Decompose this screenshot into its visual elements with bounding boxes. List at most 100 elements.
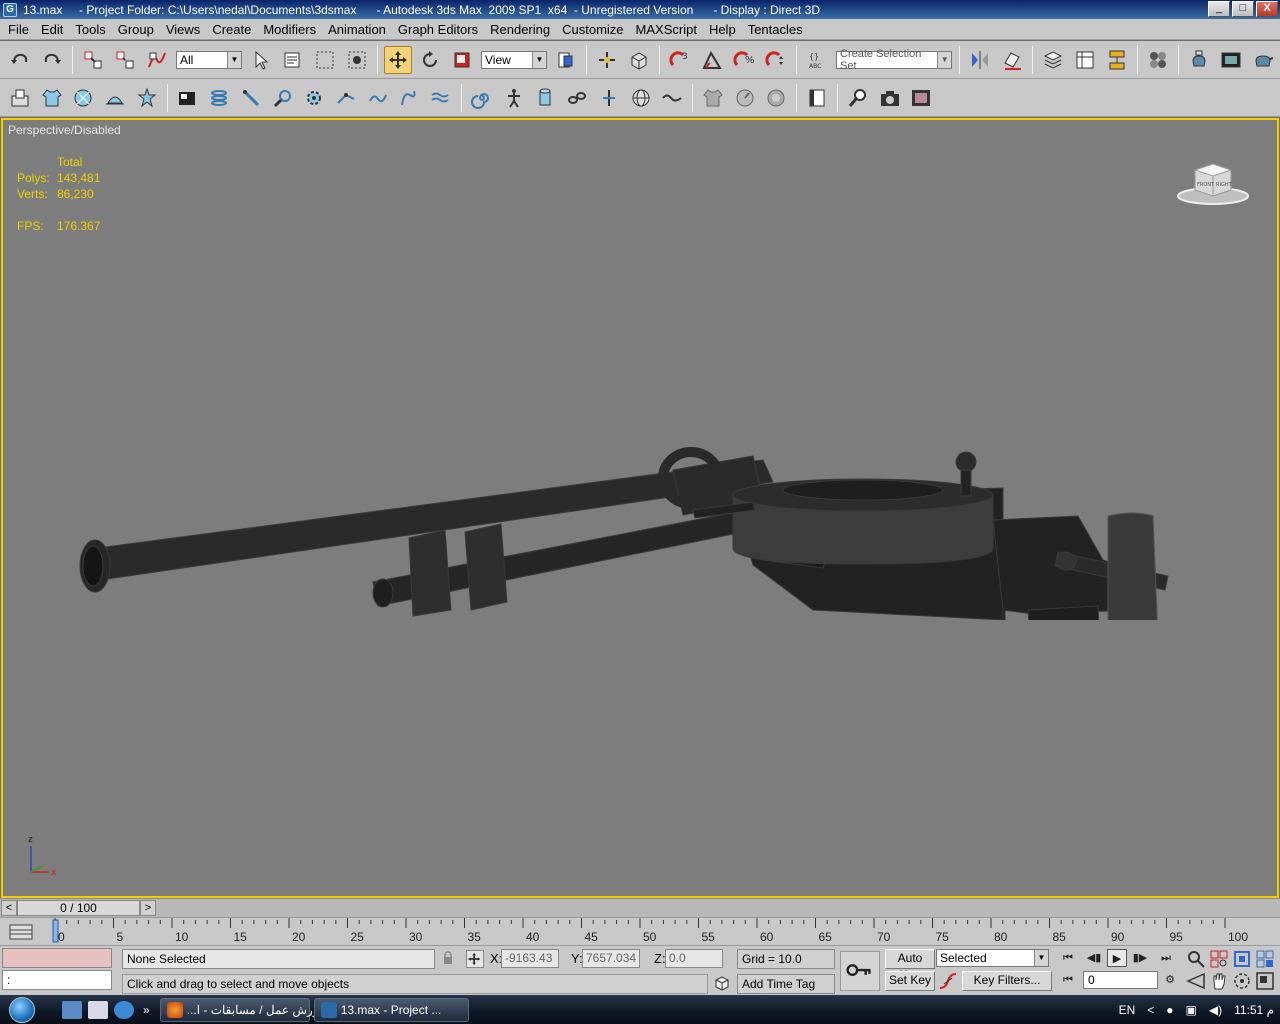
angle-snap-toggle-icon[interactable] (698, 46, 726, 74)
wave-lines-icon[interactable] (427, 84, 455, 112)
edit-named-selection-sets-icon[interactable]: {} ABC (803, 46, 831, 74)
undo-icon[interactable] (6, 46, 34, 74)
set-key-large-icon[interactable] (840, 951, 880, 991)
selection-filter-dropdown[interactable]: All ▼ (176, 50, 242, 69)
named-selection-set-dropdown[interactable]: Create Selection Set ▼ (836, 48, 952, 72)
menu-file[interactable]: File (2, 19, 35, 40)
render-setup-icon[interactable] (1185, 46, 1213, 74)
render-production-icon[interactable] (1249, 46, 1277, 74)
maxscript-mini-listener-output[interactable] (2, 948, 112, 968)
menu-group[interactable]: Group (112, 19, 160, 40)
spring-coil-icon[interactable] (205, 84, 233, 112)
maximize-button[interactable]: □ (1232, 1, 1254, 17)
open-mini-curve-editor-icon[interactable] (8, 922, 34, 942)
spiral-icon[interactable] (468, 84, 496, 112)
language-indicator[interactable]: EN (1119, 1003, 1136, 1017)
globe-icon[interactable] (627, 84, 655, 112)
select-and-scale-icon[interactable] (448, 46, 476, 74)
ball-shape-icon[interactable] (69, 84, 97, 112)
tshirt-cloth-icon[interactable] (38, 84, 66, 112)
maximize-viewport-toggle-icon[interactable] (1255, 971, 1275, 991)
next-frame-icon[interactable]: ▮▶ (1130, 949, 1150, 967)
clock[interactable]: 11:51 م (1234, 1003, 1274, 1017)
pivot-center-icon[interactable] (552, 46, 580, 74)
current-frame-marker[interactable] (52, 919, 59, 943)
layer-manager-icon[interactable] (1039, 46, 1067, 74)
bone-tool-icon[interactable] (237, 84, 265, 112)
start-button[interactable] (0, 995, 44, 1024)
snaps-toggle-icon[interactable]: 3 (666, 46, 694, 74)
zoom-icon[interactable] (1186, 949, 1206, 969)
3dsmax-app-icon[interactable]: G (3, 2, 17, 17)
menu-animation[interactable]: Animation (322, 19, 392, 40)
shirt-grey-icon[interactable] (699, 84, 727, 112)
volume-icon[interactable]: ◀) (1209, 1003, 1222, 1017)
curve-editor-icon[interactable] (1071, 46, 1099, 74)
absolute-mode-transform-icon[interactable] (466, 950, 484, 968)
star-figure-icon[interactable] (133, 84, 161, 112)
time-slider-thumb[interactable]: 0 / 100 (17, 900, 140, 916)
key-filters-button[interactable]: Key Filters... (962, 971, 1052, 991)
percent-snap-toggle-icon[interactable]: % (730, 46, 758, 74)
redo-icon[interactable] (38, 46, 66, 74)
time-configuration-icon[interactable]: ⚙ (1160, 971, 1180, 989)
y-coordinate-field[interactable]: 7657.034 (582, 949, 640, 968)
select-and-link-icon[interactable] (79, 46, 107, 74)
field-of-view-icon[interactable] (1186, 971, 1206, 991)
time-tag-icon[interactable] (713, 974, 731, 992)
rectangular-selection-region-icon[interactable] (311, 46, 339, 74)
switch-windows-icon[interactable] (88, 1000, 108, 1019)
tentacle-ik-icon[interactable] (332, 84, 360, 112)
material-editor-icon[interactable] (1144, 46, 1172, 74)
network-icon[interactable]: ▣ (1186, 1003, 1197, 1017)
noodle-curve-icon[interactable] (658, 84, 686, 112)
select-and-move-icon[interactable] (384, 45, 412, 74)
time-slider-next-button[interactable]: > (140, 900, 156, 916)
gear-icon[interactable] (300, 84, 328, 112)
gun-model-wireframe[interactable] (73, 320, 1193, 620)
selection-lock-icon[interactable] (441, 951, 455, 965)
unlink-selection-icon[interactable] (111, 46, 139, 74)
chain-link-icon[interactable] (563, 84, 591, 112)
menu-modifiers[interactable]: Modifiers (257, 19, 322, 40)
time-slider-previous-button[interactable]: < (1, 900, 17, 916)
menu-tools[interactable]: Tools (69, 19, 111, 40)
film-strip-icon[interactable] (907, 84, 935, 112)
time-slider[interactable]: < 0 / 100 > (0, 898, 1280, 917)
window-crossing-icon[interactable] (343, 46, 371, 74)
taskbar-3dsmax-window[interactable]: 13.max - Project ... (313, 997, 469, 1022)
show-desktop-icon[interactable] (62, 1000, 82, 1019)
schematic-view-icon[interactable] (1103, 46, 1131, 74)
magnifier-tool-icon[interactable] (269, 84, 297, 112)
current-frame-field[interactable]: 0 (1083, 971, 1158, 989)
menu-customize[interactable]: Customize (556, 19, 629, 40)
bind-to-space-warp-icon[interactable] (143, 46, 171, 74)
minimize-button[interactable]: _ (1208, 1, 1230, 17)
cylinder-object-icon[interactable] (532, 84, 560, 112)
viewport-label[interactable]: Perspective/Disabled (8, 123, 121, 137)
perspective-viewport[interactable]: Perspective/Disabled Total Polys: 143,481… (1, 118, 1279, 898)
zoom-extents-all-icon[interactable] (1255, 949, 1275, 969)
menu-rendering[interactable]: Rendering (484, 19, 556, 40)
zoom-extents-icon[interactable] (844, 84, 872, 112)
mirror-icon[interactable] (966, 46, 994, 74)
go-to-start-icon[interactable]: ⏮ (1058, 949, 1078, 967)
previous-frame-icon[interactable]: ◀▮ (1084, 949, 1104, 967)
pivot-figure-icon[interactable] (595, 84, 623, 112)
tray-expand-chevron[interactable]: < (1147, 1003, 1154, 1017)
network-users-icon[interactable]: ● (1166, 1003, 1173, 1017)
menu-edit[interactable]: Edit (35, 19, 69, 40)
menu-maxscript[interactable]: MAXScript (630, 19, 703, 40)
tentacles-module-icon[interactable] (6, 84, 34, 112)
select-and-rotate-icon[interactable] (416, 46, 444, 74)
menu-tentacles[interactable]: Tentacles (742, 19, 809, 40)
tentacle-curl-icon[interactable] (396, 84, 424, 112)
maxscript-mini-listener-input[interactable]: : (2, 970, 112, 990)
quick-launch-chevron[interactable]: » (143, 1003, 150, 1017)
menu-graph-editors[interactable]: Graph Editors (392, 19, 484, 40)
zoom-extents-icon[interactable] (1232, 949, 1252, 969)
go-to-end-icon[interactable]: ⏭ (1156, 949, 1176, 967)
figure-rig-icon[interactable] (500, 84, 528, 112)
add-time-tag-button[interactable]: Add Time Tag (737, 974, 835, 994)
zoom-all-icon[interactable] (1209, 949, 1229, 969)
